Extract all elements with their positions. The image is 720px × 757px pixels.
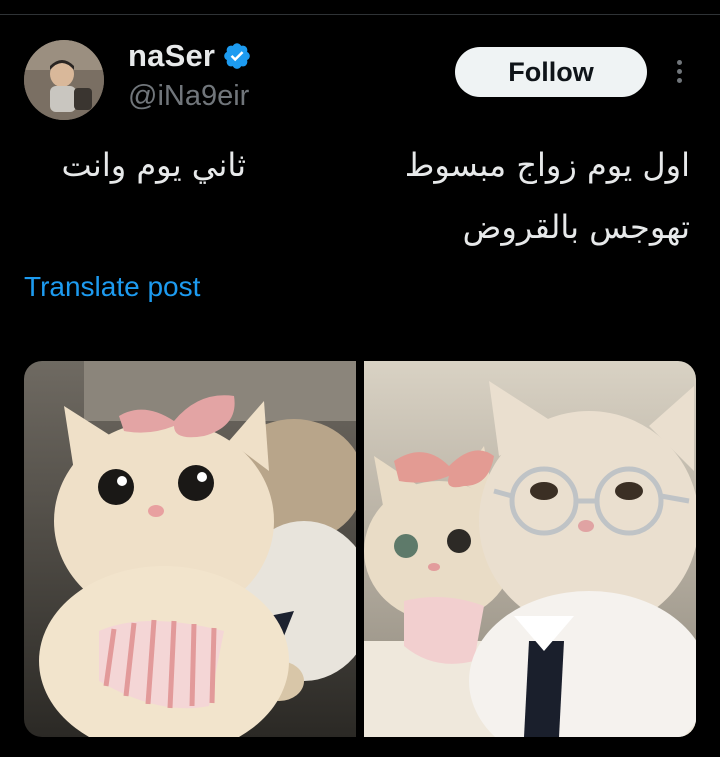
author-name-row[interactable]: naSer bbox=[128, 38, 252, 74]
media-grid bbox=[24, 361, 696, 737]
post-text-line-1: اول يوم زواج مبسوط bbox=[404, 146, 690, 184]
author-handle[interactable]: @iNa9eir bbox=[128, 80, 249, 113]
verified-badge-icon bbox=[224, 43, 250, 69]
cats-photo-1-icon bbox=[24, 361, 356, 737]
divider bbox=[0, 14, 720, 15]
display-name[interactable]: naSer bbox=[128, 38, 215, 74]
post-text-line-2: تهوجس بالقروض bbox=[462, 208, 690, 246]
avatar[interactable] bbox=[24, 40, 104, 120]
avatar-image bbox=[24, 40, 104, 120]
follow-button[interactable]: Follow bbox=[455, 47, 647, 97]
post-text-left: ثاني يوم وانت bbox=[61, 146, 247, 184]
photo-1[interactable] bbox=[24, 361, 356, 737]
more-vertical-icon[interactable] bbox=[668, 56, 690, 90]
post: naSer @iNa9eir Follow اول يوم زواج مبسوط… bbox=[0, 0, 720, 757]
photo-2[interactable] bbox=[364, 361, 696, 737]
translate-post-link[interactable]: Translate post bbox=[24, 271, 200, 303]
cats-photo-2-icon bbox=[364, 361, 696, 737]
